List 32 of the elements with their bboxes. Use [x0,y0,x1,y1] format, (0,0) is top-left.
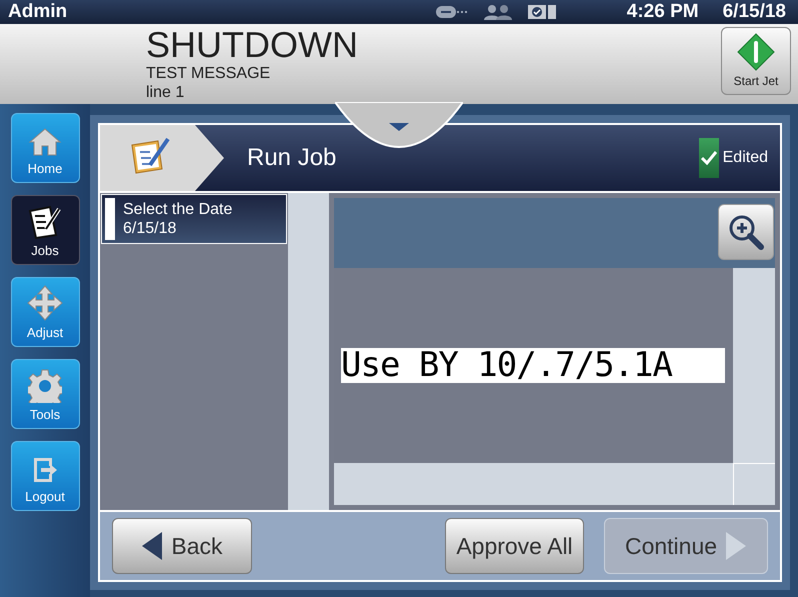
right-arrow-icon [725,531,748,561]
nav-button[interactable]: Tools [10,359,80,429]
check-status-icon [526,4,557,20]
print-preview-text: Use BY 10/.7/5.1A [341,348,725,383]
nav-button[interactable]: Logout [10,441,80,511]
horizontal-scrollbar[interactable] [334,463,733,505]
back-button[interactable]: Back [112,518,252,574]
prompt-field[interactable]: Select the Date 6/15/18 [101,194,287,244]
nav-button[interactable]: Home [10,113,80,183]
nav-button[interactable]: Adjust [10,277,80,347]
users-icon [482,4,515,20]
message-name: TEST MESSAGE [146,64,272,83]
message-line: line 1 [146,83,186,102]
nav-button[interactable]: Jobs [10,195,80,265]
user-name: Admin [8,0,68,24]
clock-time: 4:26 PM [626,0,699,24]
printer-state: SHUTDOWN [146,26,358,64]
zoom-in-button[interactable] [718,204,774,260]
home-icon [28,126,62,156]
date-text: 6/15/18 [722,0,786,24]
left-arrow-icon [141,531,164,561]
start-jet-button[interactable]: Start Jet [721,27,791,95]
check-icon [700,151,717,165]
vertical-scrollbar[interactable] [733,268,775,463]
move-arrows-icon [27,284,63,320]
selection-bar [105,198,115,240]
scrollbar-corner [733,463,775,505]
approve-button[interactable]: Approve All [445,518,584,574]
start-icon [736,32,776,72]
page-title: Run Job [247,143,336,173]
edited-label: Edited [722,148,768,168]
gear-icon [28,368,62,402]
